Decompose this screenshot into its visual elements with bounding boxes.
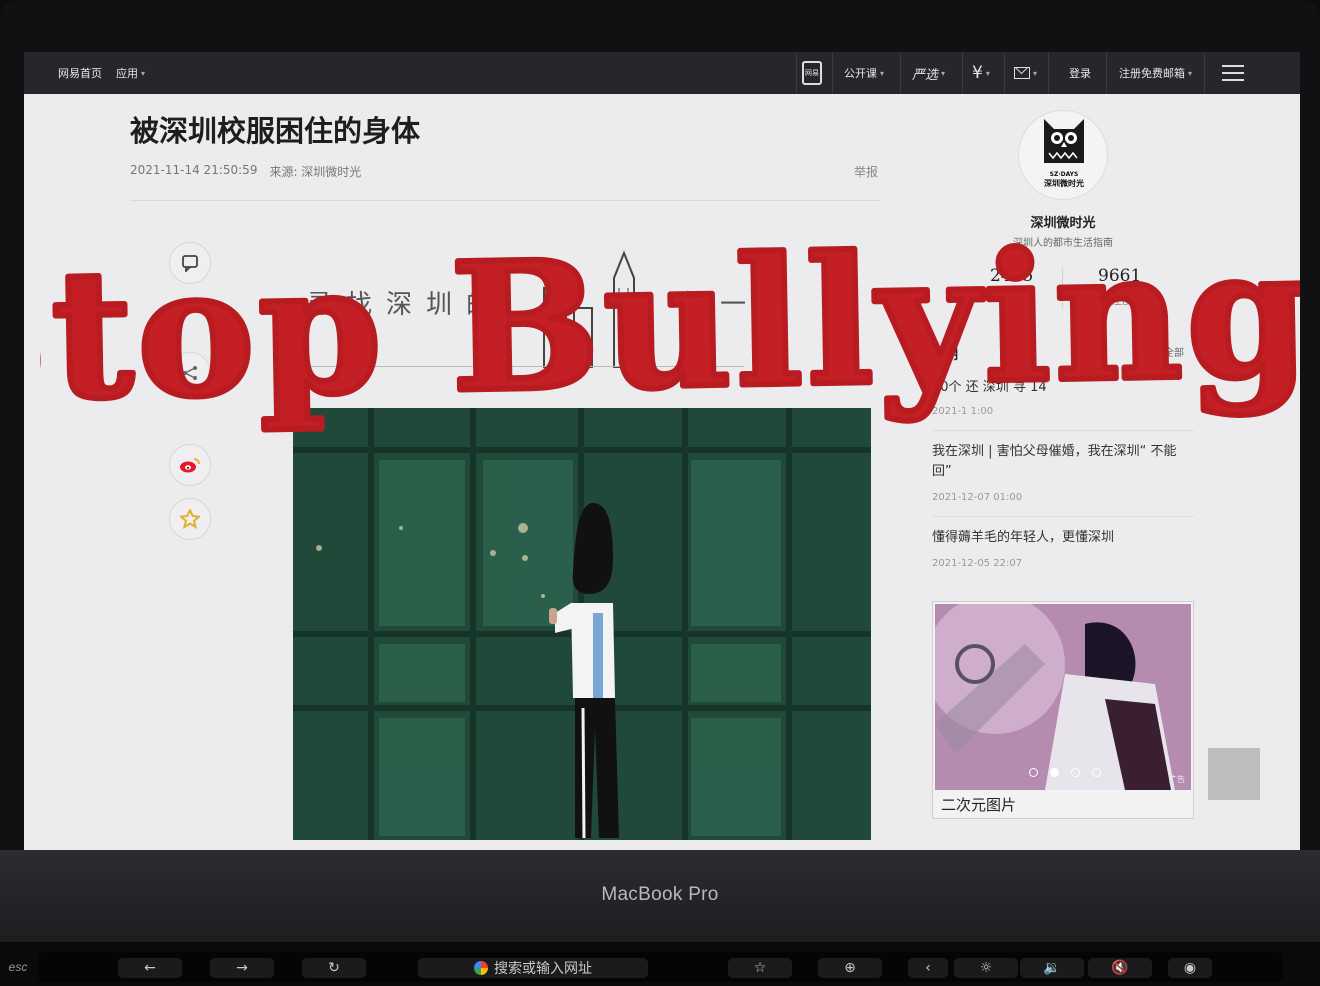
past-article-link[interactable]: 懂得薅羊毛的年轻人，更懂深圳	[932, 528, 1194, 548]
ad-carousel[interactable]: 广告 二次元图片	[932, 601, 1194, 819]
back-to-top-button[interactable]	[1208, 748, 1260, 800]
ad-image	[935, 604, 1191, 790]
chevron-down-icon: ▾	[880, 68, 885, 78]
nav-divider	[1004, 52, 1005, 94]
chevron-down-icon: ▾	[141, 68, 146, 78]
report-link[interactable]: 举报	[854, 163, 878, 180]
owl-logo-icon	[1044, 119, 1084, 163]
touch-bar: ← → ↻ 搜索或输入网址 ☆ ⊕ ‹ ☼ 🔉 🔇 ◉	[38, 952, 1283, 982]
nav-divider	[832, 52, 833, 94]
author-avatar[interactable]: SZ·DAYS 深圳微时光	[1018, 110, 1108, 200]
headline-text: Stop Bullying!	[40, 208, 1300, 441]
list-divider	[932, 516, 1194, 517]
back-arrow-icon[interactable]: ←	[118, 958, 182, 978]
hamburger-menu-icon[interactable]	[1222, 65, 1244, 81]
nav-divider	[1106, 52, 1107, 94]
article-source[interactable]: 来源: 深圳微时光	[269, 163, 361, 180]
mute-icon[interactable]: 🔇	[1088, 958, 1152, 978]
carousel-dot[interactable]	[1071, 768, 1080, 777]
article-meta: 2021-11-14 21:50:59 来源: 深圳微时光	[130, 163, 361, 180]
nav-home-label: 网易首页	[58, 67, 102, 80]
nav-apps-menu[interactable]: 应用 ▾	[116, 52, 145, 94]
nav-open-course[interactable]: 公开课 ▾	[844, 52, 884, 94]
avatar-logo-name: 深圳微时光	[1044, 179, 1084, 188]
nav-mail[interactable]: ▾	[1014, 52, 1037, 94]
touchbar-search-field[interactable]: 搜索或输入网址	[418, 958, 648, 978]
past-article-date: 2021-12-05 22:07	[932, 558, 1023, 569]
star-icon	[180, 509, 200, 529]
carousel-dot[interactable]	[1092, 768, 1101, 777]
volume-icon[interactable]: 🔉	[1020, 958, 1084, 978]
carousel-dot-active[interactable]	[1050, 768, 1059, 777]
login-link[interactable]: 登录	[1069, 52, 1091, 94]
login-label: 登录	[1069, 67, 1091, 80]
phone-icon: 网易	[802, 61, 822, 85]
article-title: 被深圳校服困住的身体	[130, 114, 421, 148]
nav-divider	[900, 52, 901, 94]
nav-divider	[962, 52, 963, 94]
register-label: 注册免费邮箱	[1119, 67, 1185, 80]
nav-home-link[interactable]: 网易首页	[58, 52, 102, 94]
ad-label: 广告	[1169, 775, 1185, 784]
chevron-down-icon: ▾	[1033, 68, 1038, 78]
nav-divider	[1048, 52, 1049, 94]
chevron-down-icon: ▾	[941, 68, 946, 78]
stop-bullying-overlay: Stop Bullying!	[40, 200, 1300, 470]
qzone-share-button[interactable]	[169, 498, 211, 540]
chevron-down-icon: ▾	[1188, 68, 1193, 78]
esc-key[interactable]: esc	[0, 952, 36, 982]
touchbar-search-text: 搜索或输入网址	[494, 961, 592, 977]
envelope-flap	[1015, 68, 1029, 75]
nav-divider	[1204, 52, 1205, 94]
laptop-brand-label: MacBook Pro	[601, 884, 719, 905]
past-article-date: 2021-12-07 01:00	[932, 492, 1023, 503]
reload-icon[interactable]: ↻	[302, 958, 366, 978]
phone-icon-label: 网易	[805, 69, 819, 77]
bookmark-star-icon[interactable]: ☆	[728, 958, 792, 978]
nav-open-course-label: 公开课	[844, 67, 877, 80]
nav-apps-label: 应用	[116, 67, 138, 80]
yuan-icon: ¥	[972, 63, 983, 83]
nav-payment[interactable]: ¥ ▾	[972, 52, 990, 94]
collapse-chevron-icon[interactable]: ‹	[908, 958, 948, 978]
register-mail-link[interactable]: 注册免费邮箱 ▾	[1119, 52, 1192, 94]
nav-yanxuan-label: 严选	[912, 67, 939, 83]
siri-icon[interactable]: ◉	[1168, 958, 1212, 978]
top-navigation-bar: 网易首页 应用 ▾ 网易 公开课 ▾ 严选 ▾ ¥ ▾ ▾ 登录 注册免费邮箱 ▾	[24, 52, 1300, 94]
new-tab-plus-icon[interactable]: ⊕	[818, 958, 882, 978]
nav-yanxuan[interactable]: 严选 ▾	[912, 52, 945, 94]
forward-arrow-icon[interactable]: →	[210, 958, 274, 978]
brightness-icon[interactable]: ☼	[954, 958, 1018, 978]
publish-datetime: 2021-11-14 21:50:59	[130, 163, 258, 177]
ad-caption[interactable]: 二次元图片	[941, 794, 1016, 815]
mobile-app-button[interactable]: 网易	[802, 52, 822, 94]
article-photo	[293, 408, 871, 840]
headline-art: Stop Bullying!	[40, 205, 1300, 444]
chevron-down-icon: ▾	[985, 68, 990, 78]
avatar-logo-top: SZ·DAYS	[1049, 171, 1079, 178]
nav-divider	[796, 52, 797, 94]
envelope-icon	[1014, 67, 1030, 79]
avatar-logo-text: SZ·DAYS 深圳微时光	[1019, 171, 1109, 189]
google-icon	[474, 961, 488, 975]
carousel-dot[interactable]	[1029, 768, 1038, 777]
